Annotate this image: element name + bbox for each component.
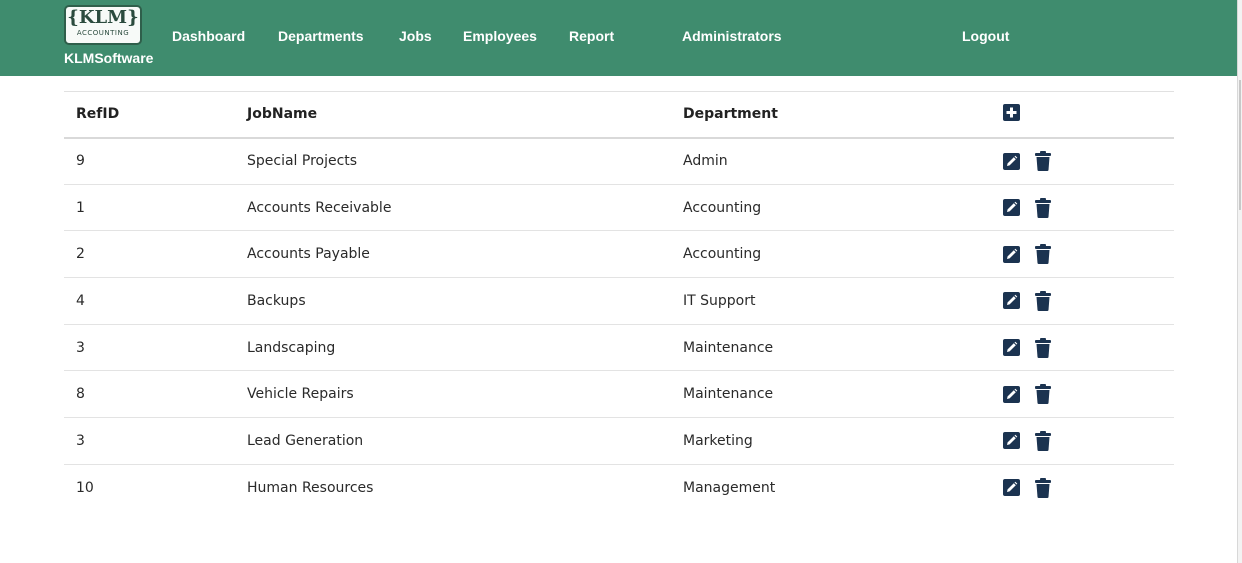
cell-refid: 2 <box>76 246 85 263</box>
trash-icon[interactable] <box>1034 290 1052 311</box>
edit-icon[interactable] <box>1003 292 1020 310</box>
trash-icon[interactable] <box>1034 430 1052 451</box>
table-row: 2 Accounts Payable Accounting <box>64 231 1174 278</box>
table-row: 4 Backups IT Support <box>64 278 1174 325</box>
nav-administrators[interactable]: Administrators <box>682 28 782 44</box>
cell-actions <box>977 138 1174 185</box>
header-jobname: JobName <box>247 106 318 123</box>
cell-refid: 3 <box>76 339 85 356</box>
edit-icon[interactable] <box>1003 385 1020 403</box>
cell-department: Maintenance <box>683 386 774 403</box>
edit-icon[interactable] <box>1003 245 1020 263</box>
cell-department: IT Support <box>683 292 756 309</box>
cell-actions <box>977 231 1174 278</box>
table-row: 3 Lead Generation Marketing <box>64 418 1174 465</box>
brand-name[interactable]: KLMSoftware <box>64 50 153 66</box>
cell-actions <box>977 184 1174 231</box>
cell-actions <box>977 418 1174 465</box>
row-actions <box>989 477 1174 498</box>
edit-icon[interactable] <box>1003 199 1020 217</box>
trash-icon[interactable] <box>1034 477 1052 498</box>
cell-actions <box>977 324 1174 371</box>
row-actions <box>989 290 1174 311</box>
table-row: 9 Special Projects Admin <box>64 138 1174 185</box>
cell-actions <box>977 371 1174 418</box>
nav-jobs[interactable]: Jobs <box>399 28 432 44</box>
cell-department: Maintenance <box>683 339 774 356</box>
edit-icon[interactable] <box>1003 339 1020 357</box>
edit-icon[interactable] <box>1003 432 1020 450</box>
cell-refid: 8 <box>76 386 85 403</box>
table-row: 1 Accounts Receivable Accounting <box>64 184 1174 231</box>
cell-department: Accounting <box>683 199 762 216</box>
header-department: Department <box>683 106 778 123</box>
row-actions <box>989 151 1174 172</box>
nav-logout[interactable]: Logout <box>962 28 1009 44</box>
trash-icon[interactable] <box>1034 197 1052 218</box>
logo-title: {KLM} <box>67 7 139 28</box>
cell-jobname: Human Resources <box>247 479 374 496</box>
cell-refid: 10 <box>76 479 94 496</box>
trash-icon[interactable] <box>1034 244 1052 265</box>
logo-subtitle: ACCOUNTING <box>76 29 130 37</box>
cell-refid: 4 <box>76 292 85 309</box>
cell-department: Management <box>683 479 776 496</box>
cell-actions <box>977 464 1174 511</box>
nav-employees[interactable]: Employees <box>463 28 537 44</box>
cell-refid: 9 <box>76 153 85 170</box>
header-refid: RefID <box>76 106 120 123</box>
nav-departments[interactable]: Departments <box>278 28 364 44</box>
cell-refid: 1 <box>76 199 85 216</box>
klm-logo[interactable]: {KLM} ACCOUNTING <box>64 5 142 45</box>
trash-icon[interactable] <box>1034 384 1052 405</box>
nav-dashboard[interactable]: Dashboard <box>172 28 245 44</box>
edit-icon[interactable] <box>1003 152 1020 170</box>
edit-icon[interactable] <box>1003 479 1020 497</box>
table-row: 3 Landscaping Maintenance <box>64 324 1174 371</box>
table-header-row: RefID JobName Department <box>64 91 1174 138</box>
cell-jobname: Special Projects <box>247 153 358 170</box>
cell-refid: 3 <box>76 432 85 449</box>
cell-actions <box>977 278 1174 325</box>
cell-jobname: Accounts Payable <box>247 246 370 263</box>
jobs-table: RefID JobName Department 9 Special Proje… <box>64 91 1174 511</box>
row-actions <box>989 430 1174 451</box>
table-row: 10 Human Resources Management <box>64 464 1174 511</box>
cell-jobname: Backups <box>247 292 306 309</box>
cell-department: Accounting <box>683 246 762 263</box>
header-actions <box>977 92 1174 138</box>
row-actions <box>989 384 1174 405</box>
cell-jobname: Landscaping <box>247 339 336 356</box>
plus-square-icon[interactable] <box>1003 103 1020 121</box>
row-actions <box>989 244 1174 265</box>
jobs-table-container: RefID JobName Department 9 Special Proje… <box>64 91 1174 511</box>
scrollbar-thumb[interactable] <box>1239 80 1241 210</box>
table-row: 8 Vehicle Repairs Maintenance <box>64 371 1174 418</box>
nav-report[interactable]: Report <box>569 28 614 44</box>
cell-department: Marketing <box>683 432 753 449</box>
cell-jobname: Vehicle Repairs <box>247 386 354 403</box>
trash-icon[interactable] <box>1034 151 1052 172</box>
cell-jobname: Accounts Receivable <box>247 199 392 216</box>
cell-department: Admin <box>683 153 728 170</box>
trash-icon[interactable] <box>1034 337 1052 358</box>
row-actions <box>989 197 1174 218</box>
row-actions <box>989 337 1174 358</box>
cell-jobname: Lead Generation <box>247 432 364 449</box>
